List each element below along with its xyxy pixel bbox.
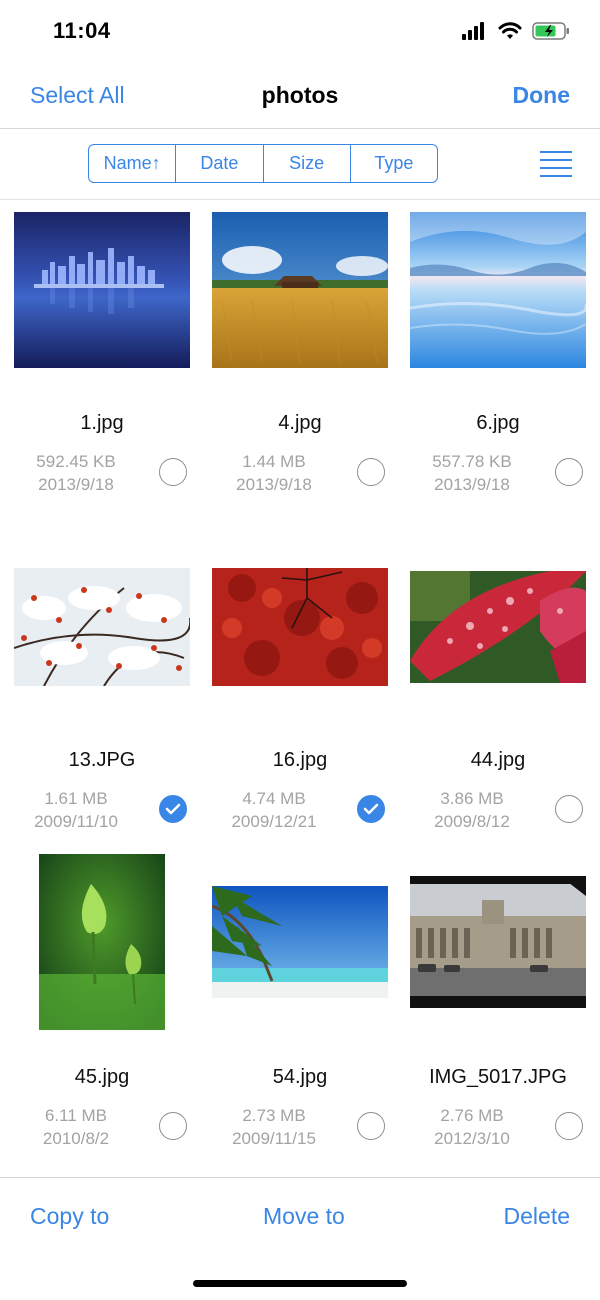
select-radio[interactable] bbox=[555, 1112, 583, 1140]
select-radio[interactable] bbox=[357, 458, 385, 486]
file-name: 6.jpg bbox=[476, 412, 520, 434]
file-size: 4.74 MB bbox=[242, 789, 306, 808]
file-date: 2009/12/21 bbox=[231, 812, 317, 831]
file-date: 2010/8/2 bbox=[42, 1129, 110, 1148]
file-grid: 1.jpg 592.45 KB 2013/9/18 4.jpg 1.44 MB … bbox=[0, 200, 600, 1176]
file-item[interactable]: IMG_5017.JPG 2.76 MB 2012/3/10 bbox=[396, 854, 596, 1174]
file-name: 4.jpg bbox=[278, 412, 322, 434]
file-size: 2.73 MB bbox=[242, 1106, 306, 1125]
file-meta: 1.61 MB 2009/11/10 bbox=[0, 787, 152, 833]
select-radio[interactable] bbox=[555, 795, 583, 823]
file-meta: 4.74 MB 2009/12/21 bbox=[198, 787, 350, 833]
file-item[interactable]: 4.jpg 1.44 MB 2013/9/18 bbox=[198, 200, 398, 520]
sort-by-date-segment[interactable]: Date bbox=[176, 145, 264, 182]
file-name: 16.jpg bbox=[272, 749, 328, 771]
file-name: IMG_5017.JPG bbox=[429, 1066, 567, 1088]
file-item[interactable]: 54.jpg 2.73 MB 2009/11/15 bbox=[198, 854, 398, 1174]
file-date: 2012/3/10 bbox=[434, 1129, 510, 1148]
wifi-icon bbox=[498, 22, 522, 39]
list-view-icon[interactable] bbox=[540, 149, 572, 179]
file-item[interactable]: 6.jpg 557.78 KB 2013/9/18 bbox=[396, 200, 596, 520]
file-size: 6.11 MB bbox=[44, 1106, 108, 1125]
file-meta: 2.73 MB 2009/11/15 bbox=[198, 1104, 350, 1150]
select-radio-checked[interactable] bbox=[159, 795, 187, 823]
sort-by-type-segment[interactable]: Type bbox=[351, 145, 437, 182]
home-indicator[interactable] bbox=[193, 1280, 407, 1287]
file-date: 2009/8/12 bbox=[434, 812, 510, 831]
sort-segmented-control: Name↑ Date Size Type bbox=[88, 144, 438, 183]
move-to-button[interactable]: Move to bbox=[263, 1203, 345, 1230]
checkmark-icon bbox=[363, 803, 379, 815]
status-bar: 11:04 bbox=[0, 0, 600, 66]
file-name: 44.jpg bbox=[470, 749, 526, 771]
file-size: 1.44 MB bbox=[242, 452, 306, 471]
file-date: 2013/9/18 bbox=[236, 475, 312, 494]
select-radio[interactable] bbox=[555, 458, 583, 486]
file-name: 13.JPG bbox=[68, 749, 136, 771]
select-radio-checked[interactable] bbox=[357, 795, 385, 823]
file-item[interactable]: 16.jpg 4.74 MB 2009/12/21 bbox=[198, 537, 398, 857]
file-meta: 3.86 MB 2009/8/12 bbox=[396, 787, 548, 833]
status-icons bbox=[462, 22, 570, 40]
navigation-bar: Select All photos Done bbox=[0, 66, 600, 129]
checkmark-icon bbox=[165, 803, 181, 815]
file-meta: 2.76 MB 2012/3/10 bbox=[396, 1104, 548, 1150]
file-item[interactable]: 1.jpg 592.45 KB 2013/9/18 bbox=[0, 200, 200, 520]
file-size: 2.76 MB bbox=[440, 1106, 504, 1125]
sort-by-size-segment[interactable]: Size bbox=[264, 145, 351, 182]
delete-button[interactable]: Delete bbox=[504, 1203, 570, 1230]
file-date: 2009/11/10 bbox=[34, 812, 118, 831]
file-name: 1.jpg bbox=[80, 412, 124, 434]
red-leaf-drops-thumbnail[interactable] bbox=[410, 571, 586, 683]
file-item[interactable]: 13.JPG 1.61 MB 2009/11/10 bbox=[0, 537, 200, 857]
file-name: 45.jpg bbox=[74, 1066, 130, 1088]
file-date: 2013/9/18 bbox=[38, 475, 114, 494]
file-size: 1.61 MB bbox=[44, 789, 108, 808]
copy-to-button[interactable]: Copy to bbox=[30, 1203, 109, 1230]
done-button[interactable]: Done bbox=[513, 82, 571, 109]
file-item[interactable]: 44.jpg 3.86 MB 2009/8/12 bbox=[396, 537, 596, 857]
historic-building-thumbnail[interactable] bbox=[410, 876, 586, 1008]
lake-reflection-thumbnail[interactable] bbox=[410, 212, 586, 368]
file-meta: 592.45 KB 2013/9/18 bbox=[0, 450, 152, 496]
select-radio[interactable] bbox=[159, 1112, 187, 1140]
wheat-field-thumbnail[interactable] bbox=[212, 212, 388, 368]
file-meta: 1.44 MB 2013/9/18 bbox=[198, 450, 350, 496]
file-size: 3.86 MB bbox=[440, 789, 504, 808]
select-radio[interactable] bbox=[159, 458, 187, 486]
file-name: 54.jpg bbox=[272, 1066, 328, 1088]
file-item[interactable]: 45.jpg 6.11 MB 2010/8/2 bbox=[0, 854, 200, 1174]
sort-by-name-segment[interactable]: Name↑ bbox=[89, 145, 177, 182]
status-time: 11:04 bbox=[53, 18, 111, 43]
select-radio[interactable] bbox=[357, 1112, 385, 1140]
file-date: 2013/9/18 bbox=[434, 475, 510, 494]
signal-icon bbox=[462, 22, 484, 40]
file-meta: 557.78 KB 2013/9/18 bbox=[396, 450, 548, 496]
file-date: 2009/11/15 bbox=[232, 1129, 316, 1148]
page-title: photos bbox=[261, 82, 339, 108]
file-size: 592.45 KB bbox=[36, 452, 116, 471]
snowy-berries-thumbnail[interactable] bbox=[14, 568, 190, 686]
file-meta: 6.11 MB 2010/8/2 bbox=[0, 1104, 152, 1150]
battery-charging-icon bbox=[532, 22, 569, 40]
sort-bar: Name↑ Date Size Type bbox=[0, 129, 600, 200]
green-lotus-thumbnail[interactable] bbox=[39, 854, 165, 1030]
file-size: 557.78 KB bbox=[432, 452, 512, 471]
palm-beach-thumbnail[interactable] bbox=[212, 886, 388, 998]
city-skyline-thumbnail[interactable] bbox=[14, 212, 190, 368]
red-maple-thumbnail[interactable] bbox=[212, 568, 388, 686]
